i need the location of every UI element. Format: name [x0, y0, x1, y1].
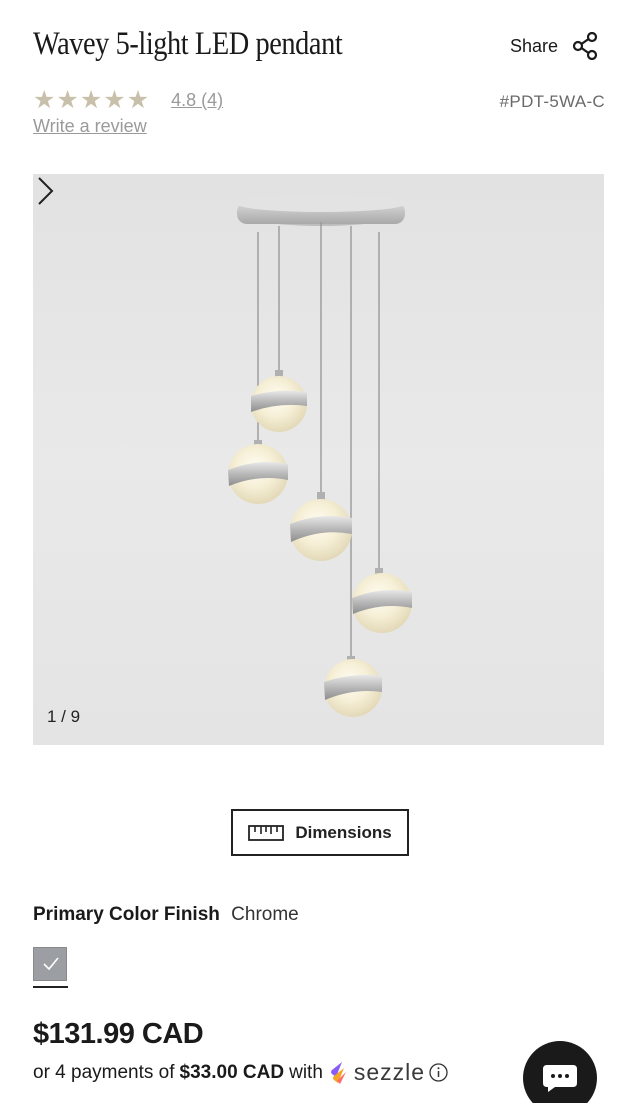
installment-amount: $33.00 CAD: [179, 1061, 285, 1083]
share-button[interactable]: Share: [510, 32, 598, 60]
sezzle-wordmark: sezzle: [353, 1059, 426, 1085]
product-title: Wavey 5-light LED pendant: [33, 26, 343, 62]
swatch-chip: [33, 947, 67, 981]
ruler-icon: [248, 824, 285, 841]
share-label: Share: [509, 35, 558, 56]
installments-prefix: or 4 payments of: [33, 1061, 175, 1083]
product-image-gallery[interactable]: 1 / 9: [33, 174, 604, 745]
product-sku: #PDT-5WA-C: [499, 92, 605, 111]
installments-text: or 4 payments of $33.00 CAD with sezzle: [33, 1059, 448, 1086]
star-icon: ★: [56, 86, 79, 114]
finish-value: Chrome: [231, 904, 299, 925]
share-icon: [572, 32, 598, 60]
dimensions-button[interactable]: Dimensions: [231, 809, 409, 856]
rating-link[interactable]: 4.8 (4): [171, 90, 223, 111]
product-price: $131.99 CAD: [33, 1018, 204, 1050]
star-icon: ★: [33, 86, 56, 114]
sezzle-mark-icon: [330, 1061, 346, 1084]
write-review-link[interactable]: Write a review: [33, 116, 147, 137]
gallery-counter: 1 / 9: [47, 707, 81, 726]
sezzle-logo[interactable]: sezzle: [328, 1059, 425, 1086]
installments-with: with: [289, 1061, 323, 1083]
rating-row: ★ ★ ★ ★ ★ 4.8 (4): [33, 88, 223, 113]
star-icon: ★: [79, 86, 103, 114]
star-icon: ★: [126, 86, 150, 114]
star-rating: ★ ★ ★ ★ ★: [33, 88, 149, 113]
dimensions-label: Dimensions: [295, 822, 392, 842]
check-icon: [43, 957, 59, 971]
info-icon[interactable]: [429, 1063, 448, 1082]
finish-swatch-chrome[interactable]: [33, 947, 68, 988]
finish-label: Primary Color Finish: [33, 904, 220, 925]
chevron-right-icon[interactable]: [33, 174, 57, 208]
finish-row: Primary Color Finish Chrome: [33, 904, 299, 926]
product-image: [228, 196, 412, 717]
chat-button[interactable]: [523, 1041, 597, 1103]
chat-bubble-icon: [543, 1065, 577, 1092]
star-icon: ★: [103, 86, 126, 114]
